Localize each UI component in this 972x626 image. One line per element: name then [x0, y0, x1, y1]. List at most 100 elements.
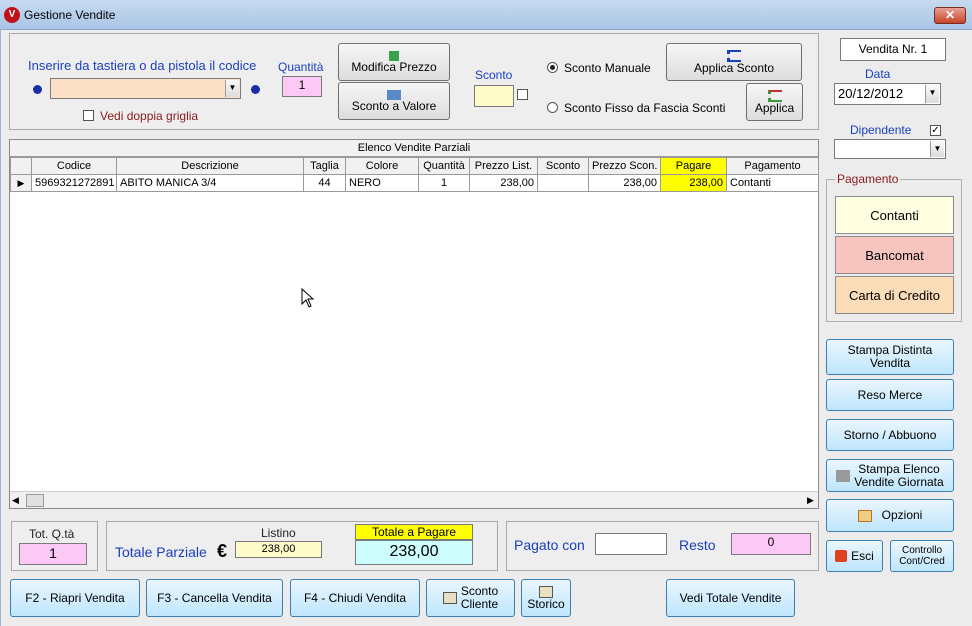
data-picker[interactable]: 20/12/2012 ▼ — [834, 83, 941, 105]
chevron-down-icon[interactable]: ▼ — [925, 85, 939, 103]
controllo-label-1: Controllo — [901, 545, 943, 556]
f3-cancella-vendita-button[interactable]: F3 - Cancella Vendita — [146, 579, 283, 617]
col-pagamento[interactable]: Pagamento — [726, 157, 819, 175]
sconto-fisso-label: Sconto Fisso da Fascia Sconti — [564, 101, 726, 115]
modifica-prezzo-button[interactable]: Modifica Prezzo — [338, 43, 450, 81]
dipendente-select[interactable]: ▼ — [834, 139, 946, 159]
grid-header-row: Codice Descrizione Taglia Colore Quantit… — [10, 157, 819, 175]
col-sconto[interactable]: Sconto — [537, 157, 589, 175]
cell-codice[interactable]: 5969321272891 — [31, 174, 117, 192]
chevron-down-icon[interactable]: ▼ — [930, 141, 944, 157]
mouse-cursor-icon — [301, 288, 315, 308]
cell-descrizione[interactable]: ABITO MANICA 3/4 — [116, 174, 304, 192]
cell-sconto[interactable] — [537, 174, 589, 192]
scroll-thumb[interactable] — [26, 494, 44, 507]
modifica-prezzo-label: Modifica Prezzo — [351, 59, 437, 74]
sconto-cliente-text: Sconto Cliente — [461, 585, 498, 611]
code-input[interactable]: ▼ — [50, 78, 241, 99]
sconto-valore-label: Sconto a Valore — [351, 98, 437, 113]
cell-taglia[interactable]: 44 — [303, 174, 346, 192]
window-close-button[interactable]: ✕ — [934, 7, 966, 24]
sconto-manuale-radio[interactable] — [547, 62, 558, 73]
grid-table: Codice Descrizione Taglia Colore Quantit… — [10, 157, 819, 192]
sconto-cliente-button[interactable]: Sconto Cliente — [426, 579, 515, 617]
col-codice[interactable]: Codice — [31, 157, 117, 175]
scroll-left-icon[interactable]: ◀ — [12, 495, 19, 506]
applica-button[interactable]: Applica — [746, 83, 803, 121]
dup-grid-checkbox[interactable] — [83, 110, 94, 121]
input-panel: Inserire da tastiera o da pistola il cod… — [9, 33, 819, 130]
chevron-down-icon[interactable]: ▼ — [225, 80, 239, 97]
col-descrizione[interactable]: Descrizione — [116, 157, 304, 175]
col-prezzo-scon[interactable]: Prezzo Scon. — [588, 157, 661, 175]
f4-chiudi-vendita-button[interactable]: F4 - Chiudi Vendita — [290, 579, 420, 617]
table-row[interactable]: ▶ 5969321272891 ABITO MANICA 3/4 44 NERO… — [10, 174, 819, 192]
vendita-nr-box: Vendita Nr. 1 — [840, 38, 946, 61]
col-quantita[interactable]: Quantità — [418, 157, 470, 175]
totale-pagare-label: Totale a Pagare — [355, 524, 473, 540]
pagato-con-label: Pagato con — [514, 537, 585, 553]
pagato-con-input[interactable] — [595, 533, 667, 555]
esci-label: Esci — [851, 548, 874, 563]
col-pagare[interactable]: Pagare — [660, 157, 727, 175]
sconto-manuale-label: Sconto Manuale — [564, 61, 651, 75]
storno-abbuono-button[interactable]: Storno / Abbuono — [826, 419, 954, 451]
cell-prezzo-scon[interactable]: 238,00 — [588, 174, 661, 192]
sconto-checkbox[interactable] — [517, 89, 528, 100]
dipendente-label: Dipendente — [850, 123, 912, 137]
sconto-fisso-radio[interactable] — [547, 102, 558, 113]
listino-value: 238,00 — [235, 541, 322, 558]
tot-qta-panel: Tot. Q.tà 1 — [11, 521, 98, 571]
opzioni-button[interactable]: Opzioni — [826, 499, 954, 532]
esci-button[interactable]: Esci — [826, 540, 883, 572]
col-prezzo-list[interactable]: Prezzo List. — [469, 157, 538, 175]
controllo-label-2: Cont/Cred — [899, 556, 945, 567]
bancomat-button[interactable]: Bancomat — [835, 236, 954, 274]
row-selector-icon[interactable]: ▶ — [10, 174, 32, 192]
storico-label: Storico — [527, 596, 565, 611]
excel-icon — [389, 50, 399, 61]
dipendente-checkbox[interactable]: ✓ — [930, 125, 941, 136]
applica-sconto-label: Applica Sconto — [693, 60, 775, 75]
stampa-elenco-label-1: Stampa Elenco — [858, 461, 940, 476]
grid-caption: Elenco Vendite Parziali — [10, 140, 818, 157]
pagato-panel: Pagato con Resto 0 — [506, 521, 819, 571]
window-title: Gestione Vendite — [24, 8, 116, 22]
client-area: Inserire da tastiera o da pistola il cod… — [0, 30, 972, 626]
contanti-button[interactable]: Contanti — [835, 196, 954, 234]
tot-qta-value: 1 — [19, 543, 87, 565]
stampa-distinta-label-2: Vendita — [869, 356, 911, 370]
quantity-label: Quantità — [278, 60, 324, 74]
scroll-right-icon[interactable]: ▶ — [807, 495, 814, 506]
stampa-elenco-button[interactable]: Stampa Elenco Vendite Giornata — [826, 459, 954, 492]
sconto-label: Sconto — [475, 68, 513, 82]
applica-sconto-button[interactable]: Applica Sconto — [666, 43, 802, 81]
bullet-left-icon — [33, 85, 42, 94]
cell-colore[interactable]: NERO — [345, 174, 419, 192]
app-logo-icon: V — [4, 7, 20, 23]
horizontal-scrollbar[interactable]: ◀ ▶ — [10, 491, 818, 508]
sales-grid: Elenco Vendite Parziali Codice Descrizio… — [9, 139, 819, 509]
reso-merce-button[interactable]: Reso Merce — [826, 379, 954, 411]
quantity-input[interactable]: 1 — [282, 76, 322, 97]
carta-credito-button[interactable]: Carta di Credito — [835, 276, 954, 314]
cell-quantita[interactable]: 1 — [418, 174, 470, 192]
vedi-totale-vendite-button[interactable]: Vedi Totale Vendite — [666, 579, 795, 617]
sconto-input[interactable] — [474, 85, 514, 107]
storico-button[interactable]: Storico — [521, 579, 571, 617]
f2-riapri-vendita-button[interactable]: F2 - Riapri Vendita — [10, 579, 140, 617]
col-taglia[interactable]: Taglia — [303, 157, 346, 175]
stampa-distinta-button[interactable]: Stampa Distinta Vendita — [826, 339, 954, 375]
customer-card-icon — [442, 592, 457, 604]
sconto-valore-button[interactable]: Sconto a Valore — [338, 82, 450, 120]
cell-pagamento[interactable]: Contanti — [726, 174, 819, 192]
cell-prezzo-list[interactable]: 238,00 — [469, 174, 538, 192]
cell-pagare[interactable]: 238,00 — [660, 174, 727, 192]
euro-icon: € — [217, 541, 228, 561]
col-colore[interactable]: Colore — [345, 157, 419, 175]
list-color-icon — [767, 89, 782, 102]
controllo-cont-cred-button[interactable]: Controllo Cont/Cred — [890, 540, 954, 572]
title-bar: V Gestione Vendite ✕ — [0, 0, 972, 30]
opzioni-label: Opzioni — [881, 508, 923, 522]
data-label: Data — [865, 67, 891, 81]
